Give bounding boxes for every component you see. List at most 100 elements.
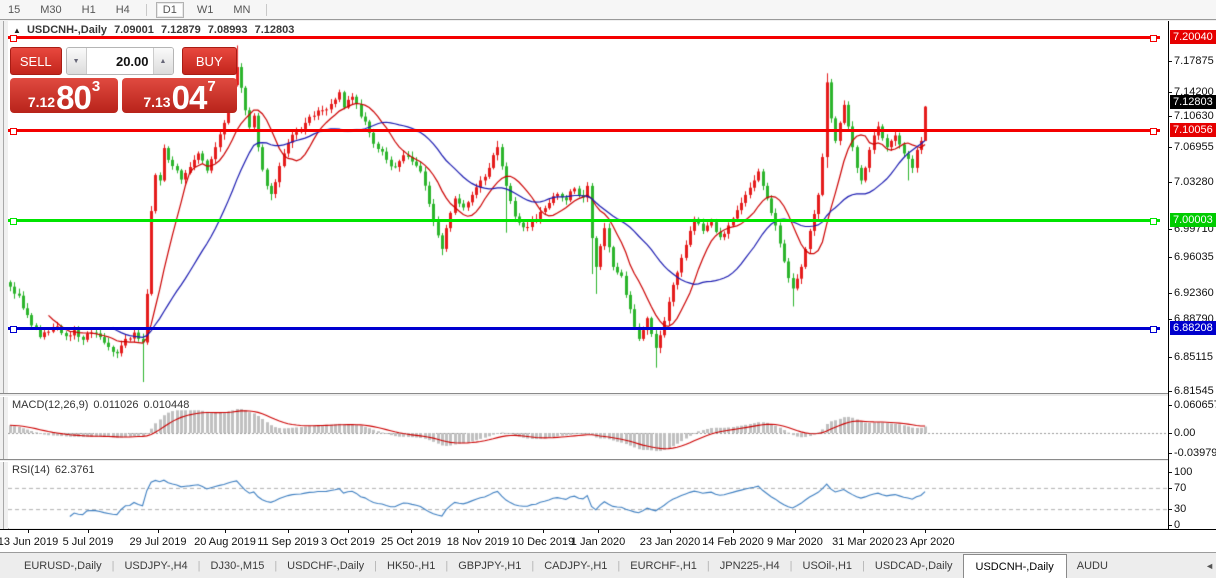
- chart-tab-eurusddaily[interactable]: EURUSD-,Daily: [14, 560, 112, 572]
- price-tick-7.06955: 7.06955: [1174, 141, 1214, 153]
- sell-button[interactable]: SELL: [10, 47, 62, 75]
- chart-tab-overflow[interactable]: AUDU: [1067, 560, 1118, 572]
- toolbar-separator: [145, 3, 147, 16]
- price-tick-0.060657: 0.060657: [1174, 399, 1216, 411]
- rsi-name: RSI(14): [12, 464, 50, 476]
- timeframe-button-h1[interactable]: H1: [75, 2, 103, 18]
- date-tick: 10 Dec 2019: [511, 536, 575, 548]
- one-click-trading-panel: SELL ▼ ▲ BUY 7.12803 7.13047: [10, 47, 237, 116]
- rsi-canvas[interactable]: [8, 462, 1168, 528]
- date-tick: 3 Oct 2019: [321, 536, 375, 548]
- timeframe-button-d1[interactable]: D1: [155, 1, 184, 18]
- date-tick: 20 Aug 2019: [194, 536, 256, 548]
- collapse-chart-icon[interactable]: ▲: [13, 26, 21, 35]
- price-tick-0.00: 0.00: [1174, 427, 1196, 439]
- chart-tabs-bar: EURUSD-,Daily | USDJPY-,H4 | DJ30-,M15 | USDCH…: [0, 552, 1216, 578]
- date-tick: 13 Jun 2019: [0, 536, 59, 548]
- macd-signal-value: 0.010448: [143, 399, 190, 411]
- line-handle-left[interactable]: [10, 326, 17, 333]
- price-badge-7.12803: 7.12803: [1170, 95, 1216, 109]
- timeframe-button-15[interactable]: 15: [1, 2, 27, 18]
- sell-price-prefix: 7.12: [27, 94, 56, 110]
- chart-tab-usdchfdaily[interactable]: USDCHF-,Daily: [277, 560, 374, 572]
- date-tick: 23 Jan 2020: [639, 536, 701, 548]
- price-badge-7.10056: 7.10056: [1170, 123, 1216, 137]
- chart-tab-cadjpyh1[interactable]: CADJPY-,H1: [534, 560, 617, 572]
- horizontal-line-7.00003[interactable]: [8, 218, 1160, 225]
- date-axis: 13 Jun 2019 5 Jul 2019 29 Jul 2019 20 Aug 2…: [0, 529, 1216, 553]
- buy-price-prefix: 7.13: [143, 94, 171, 110]
- chart-tab-usdjpyh4[interactable]: USDJPY-,H4: [114, 560, 197, 572]
- price-tick-7.17875: 7.17875: [1174, 55, 1214, 67]
- horizontal-line-7.20040[interactable]: [8, 35, 1160, 42]
- timeframe-toolbar: 15 M30 H1 H4 D1 W1 MN: [0, 0, 1216, 20]
- chart-ohlc-header: ▲ USDCNH-,Daily 7.09001 7.12879 7.08993 …: [13, 24, 298, 36]
- price-badge-7.20040: 7.20040: [1170, 30, 1216, 44]
- price-badge-6.88208: 6.88208: [1170, 321, 1216, 335]
- price-tick-6.81545: 6.81545: [1174, 385, 1214, 397]
- chart-tab-eurchfh1[interactable]: EURCHF-,H1: [620, 560, 707, 572]
- buy-price-pip-digit: 7: [207, 78, 216, 95]
- buy-button[interactable]: BUY: [181, 47, 237, 75]
- line-handle-right[interactable]: [1150, 35, 1157, 42]
- date-tick: 25 Oct 2019: [381, 536, 441, 548]
- chart-symbol-label: USDCNH-,Daily: [26, 24, 108, 36]
- horizontal-line-6.88208[interactable]: [8, 326, 1160, 333]
- sell-price-pip-digit: 3: [91, 78, 101, 95]
- price-tick-30: 30: [1174, 503, 1187, 515]
- macd-main-value: 0.011026: [93, 399, 139, 411]
- ohlc-low-value: 7.08993: [207, 24, 248, 36]
- price-tick-6.96035: 6.96035: [1174, 251, 1214, 263]
- date-tick: 23 Apr 2020: [895, 536, 955, 548]
- tab-scroll-left-icon[interactable]: ◄: [1205, 561, 1214, 571]
- macd-label: MACD(12,26,9) 0.011026 0.010448: [12, 399, 194, 411]
- date-tick: 11 Sep 2019: [257, 536, 319, 548]
- price-tick-70: 70: [1174, 482, 1187, 494]
- toolbar-separator: [266, 3, 268, 16]
- price-axis: 7.17875 7.14200 7.10630 7.06955 7.03280 6.997…: [1168, 21, 1216, 531]
- chart-tab-usdcaddaily[interactable]: USDCAD-,Daily: [865, 560, 963, 572]
- chart-tab-dj30m15[interactable]: DJ30-,M15: [201, 560, 275, 572]
- date-tick: 18 Nov 2019: [446, 536, 510, 548]
- timeframe-button-w1[interactable]: W1: [190, 2, 221, 18]
- horizontal-line-7.10056[interactable]: [8, 128, 1160, 135]
- timeframe-button-h4[interactable]: H4: [109, 2, 137, 18]
- ohlc-high-value: 7.12879: [160, 24, 201, 36]
- date-tick: 9 Mar 2020: [767, 536, 823, 548]
- price-tick-7.10630: 7.10630: [1174, 110, 1214, 122]
- rsi-label: RSI(14) 62.3761: [12, 464, 100, 476]
- line-handle-right[interactable]: [1150, 218, 1157, 225]
- volume-increase-button[interactable]: ▲: [152, 48, 173, 74]
- line-handle-left[interactable]: [10, 35, 17, 42]
- date-tick: 14 Feb 2020: [702, 536, 764, 548]
- buy-price-big-digits: 04: [171, 79, 208, 116]
- chart-tab-usoilh1[interactable]: USOil-,H1: [793, 560, 863, 572]
- volume-decrease-button[interactable]: ▼: [66, 48, 87, 74]
- price-tick--0.039792: -0.039792: [1174, 447, 1216, 459]
- chart-tab-hk50h1[interactable]: HK50-,H1: [377, 560, 445, 572]
- line-handle-right[interactable]: [1150, 326, 1157, 333]
- volume-input[interactable]: [86, 48, 153, 74]
- rsi-value: 62.3761: [54, 464, 95, 476]
- rsi-panel: RSI(14) 62.3761: [8, 462, 1168, 528]
- chart-tab-jpn225h4[interactable]: JPN225-,H4: [710, 560, 790, 572]
- chart-tab-usdcnhdaily[interactable]: USDCNH-,Daily: [962, 554, 1067, 578]
- macd-name: MACD(12,26,9): [12, 399, 89, 411]
- line-handle-left[interactable]: [10, 128, 17, 135]
- line-handle-left[interactable]: [10, 218, 17, 225]
- price-tick-100: 100: [1174, 466, 1193, 478]
- macd-panel: MACD(12,26,9) 0.011026 0.010448: [8, 397, 1168, 459]
- price-tick-7.03280: 7.03280: [1174, 176, 1214, 188]
- price-tick-6.92360: 6.92360: [1174, 287, 1214, 299]
- timeframe-button-m30[interactable]: M30: [33, 2, 68, 18]
- sell-price-big-digits: 80: [56, 79, 92, 116]
- sell-price-display[interactable]: 7.12 80 3: [10, 78, 118, 116]
- price-badge-7.00003: 7.00003: [1170, 213, 1216, 227]
- line-handle-right[interactable]: [1150, 128, 1157, 135]
- chart-tab-gbpjpyh1[interactable]: GBPJPY-,H1: [448, 560, 531, 572]
- timeframe-button-mn[interactable]: MN: [226, 2, 257, 18]
- volume-stepper: ▼ ▲: [65, 47, 174, 75]
- date-tick: 1 Jan 2020: [570, 536, 626, 548]
- date-tick: 5 Jul 2019: [62, 536, 114, 548]
- buy-price-display[interactable]: 7.13 04 7: [122, 78, 237, 116]
